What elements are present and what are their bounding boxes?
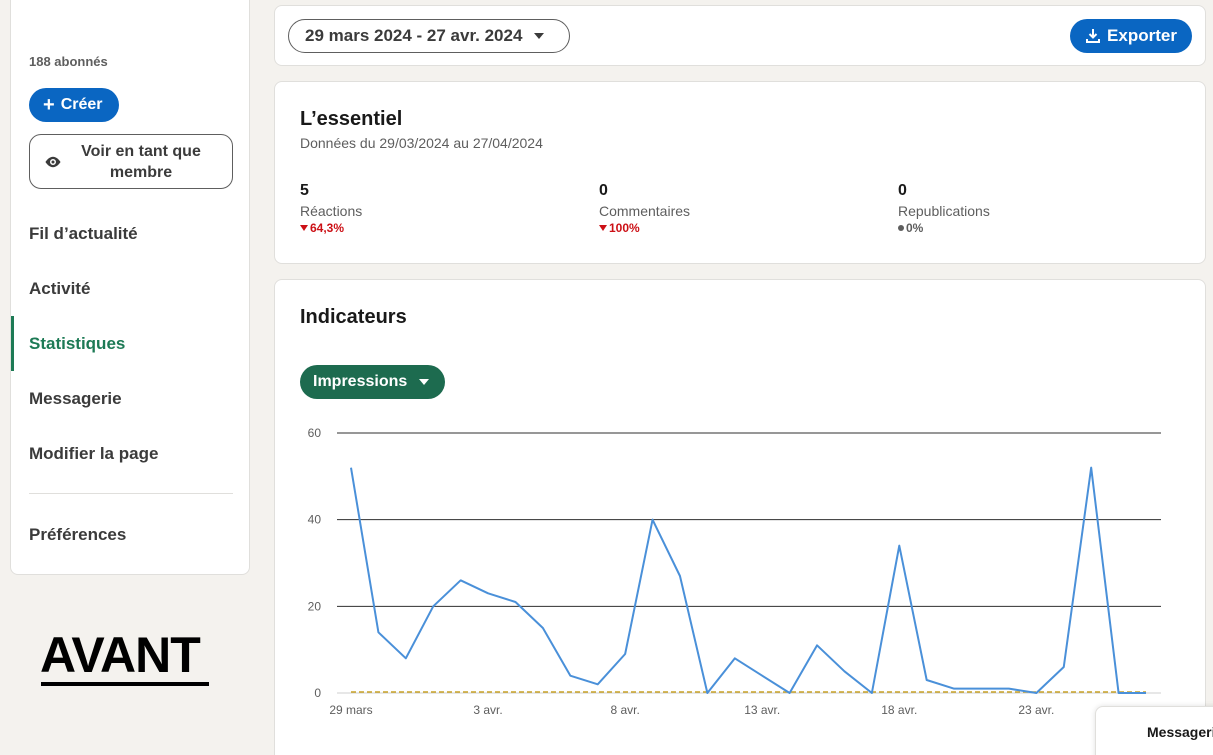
series-line-impressions (350, 466, 1146, 694)
essentials-subtitle: Données du 29/03/2024 au 27/04/2024 (300, 135, 543, 151)
export-label: Exporter (1107, 26, 1177, 45)
avant-underline (41, 682, 209, 686)
create-label: Créer (60, 96, 103, 113)
nav-item-preferences[interactable]: Préférences (29, 525, 126, 545)
x-tick-label: 18 avr. (881, 703, 917, 717)
followers-count: 188 abonnés (29, 54, 108, 69)
impressions-line-chart: 0 20 40 60 29 mars 3 avr. 8 avr. 13 avr. 18 avr.… (308, 426, 1161, 717)
essentials-card: L’essentiel Données du 29/03/2024 au 27/… (274, 81, 1206, 264)
metric-value: 5 (300, 182, 309, 199)
nav-item-activity[interactable]: Activité (29, 279, 90, 299)
x-tick-label: 3 avr. (473, 703, 502, 717)
metric-change: 0% (898, 221, 990, 235)
date-range-label: 29 mars 2024 - 27 avr. 2024 (305, 26, 523, 45)
metric-change-value: 64,3% (310, 221, 345, 235)
export-button[interactable]: Exporter (1070, 19, 1192, 53)
metric-change-value: 100% (609, 221, 640, 235)
active-nav-indicator (11, 316, 14, 371)
metric-change: 64,3% (300, 221, 362, 235)
indicators-card: Indicateurs Impressions 0 20 40 60 29 mars 3 … (274, 279, 1206, 755)
create-button[interactable]: + Créer (29, 88, 119, 122)
metric-label: Réactions (300, 203, 363, 219)
date-range-dropdown[interactable]: 29 mars 2024 - 27 avr. 2024 (288, 19, 570, 53)
metric-change-value: 0% (906, 221, 924, 235)
metric-change: 100% (599, 221, 690, 235)
metric-value: 0 (898, 182, 907, 199)
view-as-member-button[interactable]: Voir en tant que membre (29, 134, 233, 189)
plus-icon: + (43, 94, 55, 116)
metric-reposts: 0 Republications 0% (898, 182, 990, 235)
sidebar: 188 abonnés + Créer Voir en tant que mem… (10, 0, 250, 575)
x-tick-label: 13 avr. (744, 703, 780, 717)
x-tick-label: 8 avr. (610, 703, 639, 717)
view-as-member-label: Voir en tant que membre (81, 142, 201, 181)
nav-item-messaging[interactable]: Messagerie (29, 389, 122, 409)
divider (29, 493, 233, 494)
download-icon (1086, 29, 1101, 43)
metric-label: Commentaires (599, 203, 691, 219)
toolbar-card: 29 mars 2024 - 27 avr. 2024 Exporter (274, 5, 1206, 66)
metric-value: 0 (599, 182, 608, 199)
metric-comments: 0 Commentaires 100% (599, 182, 690, 235)
triangle-down-icon (599, 225, 607, 231)
messaging-widget[interactable]: Messagerie (1095, 706, 1213, 755)
y-tick-label: 40 (308, 513, 322, 527)
x-tick-label: 29 mars (329, 703, 372, 717)
x-tick-label: 23 avr. (1018, 703, 1054, 717)
dot-icon (898, 225, 904, 231)
eye-icon (45, 156, 61, 167)
nav-item-analytics[interactable]: Statistiques (29, 334, 125, 354)
essentials-title: L’essentiel (300, 108, 403, 130)
metric-reactions: 5 Réactions 64,3% (300, 182, 362, 235)
y-tick-label: 60 (308, 426, 322, 440)
y-tick-label: 20 (308, 599, 322, 613)
triangle-down-icon (300, 225, 308, 231)
nav-item-edit-page[interactable]: Modifier la page (29, 444, 158, 464)
caret-down-icon (534, 33, 545, 39)
metric-label: Republications (898, 203, 990, 219)
y-tick-label: 0 (314, 686, 321, 700)
messaging-label: Messagerie (1147, 724, 1213, 740)
avatar (1103, 718, 1141, 752)
nav-item-feed[interactable]: Fil d’actualité (29, 224, 138, 244)
avant-overlay-label: AVANT (40, 627, 201, 683)
